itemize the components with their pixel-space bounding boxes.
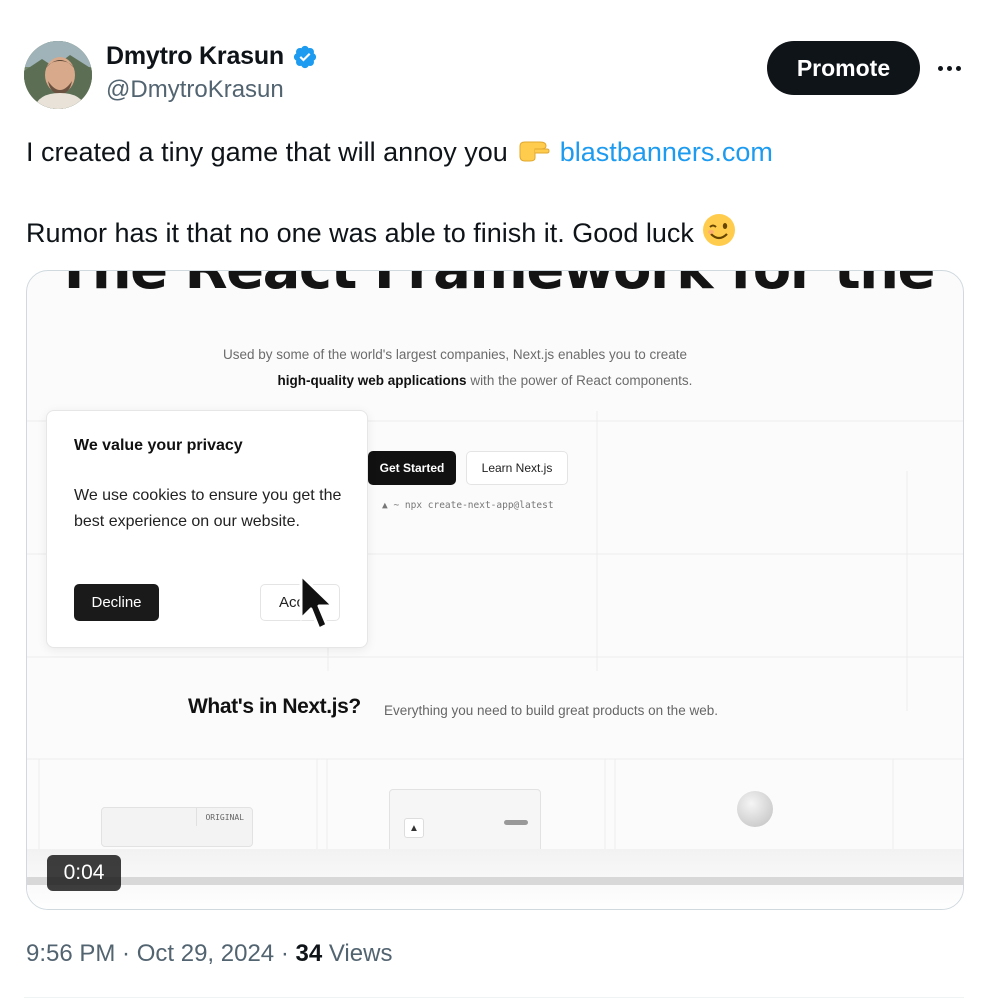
tweet-text-line-1: I created a tiny game that will annoy yo…	[26, 134, 773, 171]
whats-in-nextjs-subtitle: Everything you need to build great produ…	[384, 703, 718, 718]
original-label: ORIGINAL	[196, 808, 252, 826]
triangle-icon: ▲	[404, 818, 424, 838]
tweet-text: I created a tiny game that will annoy yo…	[26, 137, 508, 167]
original-card: ORIGINAL	[101, 807, 253, 847]
preview-bar	[504, 820, 528, 825]
tweet-time[interactable]: 9:56 PM	[26, 940, 115, 967]
tweet-video[interactable]: The React Framework for the Web Used by …	[26, 270, 964, 910]
author-name-row[interactable]: Dmytro Krasun	[106, 42, 318, 71]
tweet-text: Rumor has it that no one was able to fin…	[26, 218, 694, 248]
verified-badge-icon	[293, 45, 317, 68]
promote-button[interactable]: Promote	[767, 41, 920, 95]
sphere-graphic	[737, 791, 773, 827]
author-handle[interactable]: @DmytroKrasun	[106, 76, 284, 104]
pointing-right-emoji	[516, 134, 550, 171]
cookie-title: We value your privacy	[74, 437, 243, 454]
views-count: 34	[295, 940, 323, 967]
tweet-text-line-2: Rumor has it that no one was able to fin…	[26, 213, 736, 254]
learn-nextjs-button: Learn Next.js	[466, 451, 568, 485]
video-timestamp: 0:04	[47, 855, 121, 891]
mouse-pointer-icon	[299, 573, 335, 631]
winking-face-emoji	[702, 213, 736, 254]
more-horizontal-icon[interactable]	[934, 58, 964, 78]
hero-subtitle-line-1: Used by some of the world's largest comp…	[222, 347, 688, 362]
whats-in-nextjs-heading: What's in Next.js?	[188, 695, 361, 718]
divider	[24, 997, 964, 998]
cookie-text: We use cookies to ensure you get the bes…	[74, 487, 342, 530]
tweet-date[interactable]: Oct 29, 2024	[137, 940, 274, 967]
avatar-photo	[24, 41, 92, 109]
npx-command: ▲ ~ npx create-next-app@latest	[382, 500, 554, 511]
hero-title: The React Framework for the Web	[55, 271, 963, 302]
author-name[interactable]: Dmytro Krasun	[106, 42, 284, 71]
hero-subtitle-line-2: high-quality web applications with the p…	[277, 373, 693, 388]
decline-button: Decline	[74, 584, 159, 621]
author-avatar[interactable]	[24, 41, 92, 109]
get-started-button: Get Started	[368, 451, 456, 485]
views-label: Views	[322, 940, 393, 967]
video-progress-track[interactable]	[27, 877, 963, 885]
tweet-meta: 9:56 PM · Oct 29, 2024 · 34 Views	[26, 940, 393, 967]
tweet-link[interactable]: blastbanners.com	[560, 137, 773, 168]
